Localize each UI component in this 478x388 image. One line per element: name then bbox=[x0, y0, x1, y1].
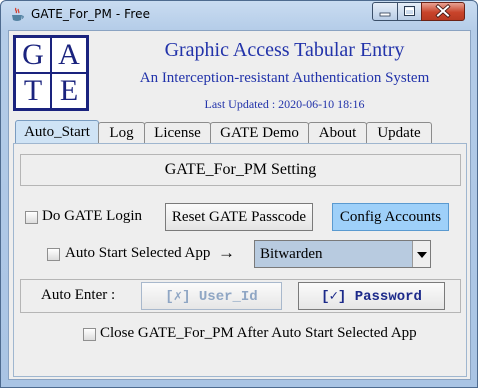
minimize-button[interactable] bbox=[372, 2, 398, 21]
app-window: GATE_For_PM - Free G A T E Graphic Acces… bbox=[0, 0, 478, 388]
tab-bar: Auto_Start Log License GATE Demo About U… bbox=[15, 120, 432, 144]
auto-enter-label: Auto Enter : bbox=[41, 287, 116, 303]
tab-gate-demo[interactable]: GATE Demo bbox=[210, 122, 309, 144]
java-cup-icon bbox=[12, 7, 24, 21]
maximize-button[interactable] bbox=[397, 2, 422, 21]
arrow-right-icon: → bbox=[218, 243, 235, 262]
app-select[interactable]: Bitwarden bbox=[254, 240, 431, 268]
do-gate-login-checkbox[interactable] bbox=[25, 211, 38, 224]
gate-logo: G A T E bbox=[13, 35, 89, 111]
app-select-value: Bitwarden bbox=[260, 246, 323, 262]
logo-letter-t: T bbox=[16, 74, 50, 108]
logo-letter-g: G bbox=[16, 38, 50, 72]
setting-title: GATE_For_PM Setting bbox=[20, 154, 461, 186]
app-subtitle: An Interception-resistant Authentication… bbox=[139, 70, 430, 86]
tab-auto-start[interactable]: Auto_Start bbox=[15, 120, 99, 144]
last-updated-text: Last Updated : 2020-06-10 18:16 bbox=[204, 97, 365, 111]
title-bar[interactable]: GATE_For_PM - Free bbox=[1, 1, 477, 29]
close-after-checkbox[interactable] bbox=[83, 328, 96, 341]
password-button[interactable]: [✓] Password bbox=[298, 282, 445, 310]
tab-license[interactable]: License bbox=[144, 122, 211, 144]
logo-letter-a: A bbox=[52, 38, 86, 72]
tab-log[interactable]: Log bbox=[98, 122, 145, 144]
chevron-down-icon bbox=[417, 252, 427, 258]
client-area: G A T E Graphic Access Tabular Entry An … bbox=[8, 30, 471, 380]
auto-start-panel: GATE_For_PM Setting Do GATE Login Reset … bbox=[13, 143, 467, 377]
tab-update[interactable]: Update bbox=[366, 122, 432, 144]
auto-enter-group: Auto Enter : [✗] User_Id [✓] Password bbox=[20, 279, 461, 313]
close-icon bbox=[435, 3, 451, 19]
minimize-icon bbox=[379, 12, 391, 17]
auto-start-app-label[interactable]: Auto Start Selected App bbox=[65, 245, 210, 262]
close-after-label[interactable]: Close GATE_For_PM After Auto Start Selec… bbox=[100, 325, 417, 342]
close-button[interactable] bbox=[421, 2, 465, 21]
reset-passcode-button[interactable]: Reset GATE Passcode bbox=[165, 203, 313, 231]
window-title: GATE_For_PM - Free bbox=[31, 7, 151, 21]
do-gate-login-label[interactable]: Do GATE Login bbox=[42, 208, 142, 225]
logo-letter-e: E bbox=[52, 74, 86, 108]
dropdown-button[interactable] bbox=[412, 241, 430, 267]
config-accounts-button[interactable]: Config Accounts bbox=[332, 203, 449, 231]
user-id-button[interactable]: [✗] User_Id bbox=[141, 282, 282, 310]
tab-about[interactable]: About bbox=[308, 122, 367, 144]
auto-start-app-checkbox[interactable] bbox=[47, 248, 60, 261]
maximize-icon bbox=[404, 6, 415, 16]
app-title: Graphic Access Tabular Entry bbox=[164, 39, 405, 61]
